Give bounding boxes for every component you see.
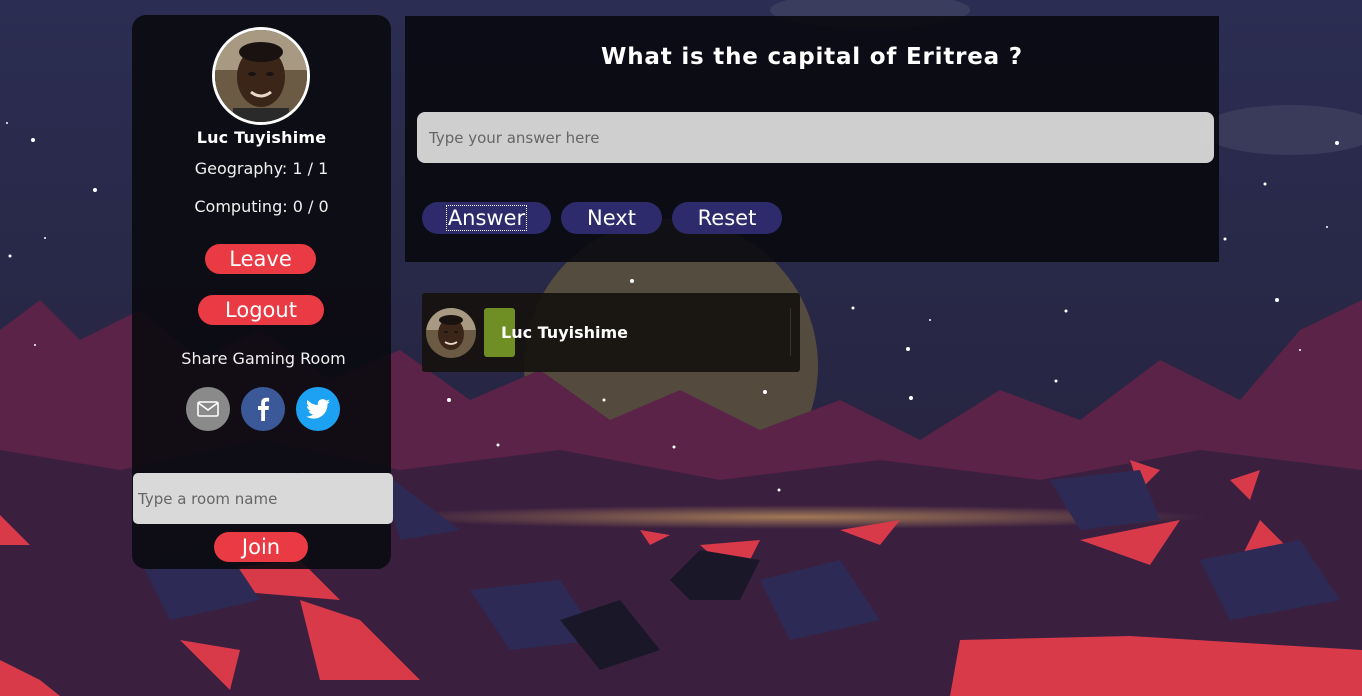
twitter-icon [306, 399, 330, 419]
avatar-photo [215, 30, 307, 122]
answer-input[interactable] [417, 112, 1214, 163]
player-card: Luc Tuyishime [422, 293, 800, 372]
question-text: What is the capital of Eritrea ? [601, 44, 1023, 70]
geography-score: Geography: 1 / 1 [194, 159, 329, 178]
share-facebook-button[interactable] [241, 387, 285, 431]
email-icon [197, 401, 219, 417]
computing-score: Computing: 0 / 0 [194, 197, 329, 216]
next-button[interactable]: Next [561, 202, 662, 234]
player-avatar [426, 308, 476, 358]
answer-button-label: Answer [445, 205, 528, 231]
leave-button[interactable]: Leave [205, 244, 316, 274]
player-avatar-photo [426, 308, 476, 358]
divider [790, 308, 791, 356]
logout-button[interactable]: Logout [198, 295, 324, 325]
join-button[interactable]: Join [214, 532, 308, 562]
share-label: Share Gaming Room [181, 349, 346, 368]
avatar [212, 27, 310, 125]
player-name: Luc Tuyishime [501, 323, 629, 342]
room-name-input[interactable] [133, 473, 393, 524]
profile-sidebar: Luc Tuyishime Geography: 1 / 1 Computing… [132, 15, 393, 569]
reset-button[interactable]: Reset [672, 202, 782, 234]
answer-button[interactable]: Answer [422, 202, 551, 234]
facebook-icon [258, 397, 270, 421]
share-twitter-button[interactable] [296, 387, 340, 431]
username: Luc Tuyishime [196, 128, 327, 147]
share-email-button[interactable] [186, 387, 230, 431]
quiz-panel: What is the capital of Eritrea ? Answer … [405, 16, 1219, 262]
